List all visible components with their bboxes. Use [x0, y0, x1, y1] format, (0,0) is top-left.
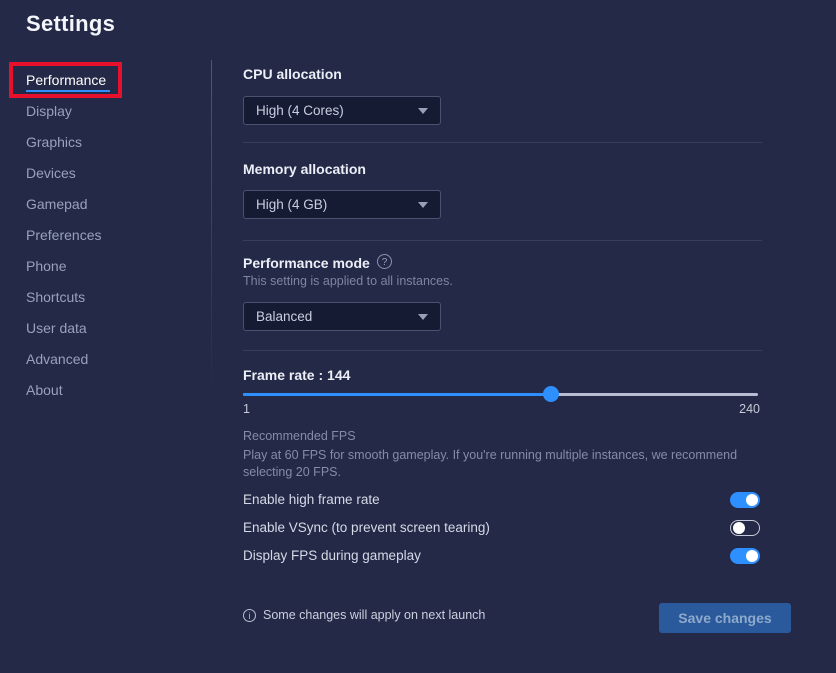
- recommended-fps-title: Recommended FPS: [243, 429, 356, 443]
- toggle-label-display-fps: Display FPS during gameplay: [243, 548, 421, 563]
- footer-note-text: Some changes will apply on next launch: [263, 608, 485, 622]
- toggle-knob: [733, 522, 745, 534]
- frame-rate-max-label: 240: [736, 402, 760, 416]
- toggle-enable-vsync[interactable]: [730, 520, 760, 536]
- sidebar-item-advanced[interactable]: Advanced: [26, 351, 88, 369]
- page-title: Settings: [26, 11, 115, 37]
- sidebar-item-graphics[interactable]: Graphics: [26, 134, 82, 152]
- toggle-display-fps[interactable]: [730, 548, 760, 564]
- sidebar-item-shortcuts[interactable]: Shortcuts: [26, 289, 85, 307]
- sidebar-divider: [211, 60, 212, 400]
- frame-rate-slider-fill: [243, 393, 551, 396]
- sidebar-item-phone[interactable]: Phone: [26, 258, 66, 276]
- cpu-allocation-dropdown[interactable]: High (4 Cores): [243, 96, 441, 125]
- caret-down-icon: [418, 202, 428, 208]
- cpu-allocation-value: High (4 Cores): [256, 103, 344, 118]
- performance-mode-label: Performance mode: [243, 255, 370, 271]
- sidebar-item-performance[interactable]: Performance: [26, 72, 106, 90]
- frame-rate-label: Frame rate : 144: [243, 367, 350, 383]
- section-divider: [243, 240, 762, 241]
- caret-down-icon: [418, 108, 428, 114]
- memory-allocation-value: High (4 GB): [256, 197, 327, 212]
- performance-mode-subtitle: This setting is applied to all instances…: [243, 274, 453, 288]
- toggle-label-vsync: Enable VSync (to prevent screen tearing): [243, 520, 490, 535]
- toggle-knob: [746, 494, 758, 506]
- sidebar-item-gamepad[interactable]: Gamepad: [26, 196, 87, 214]
- help-icon[interactable]: ?: [377, 254, 392, 269]
- memory-allocation-label: Memory allocation: [243, 161, 366, 177]
- performance-mode-value: Balanced: [256, 309, 312, 324]
- settings-window: Settings Performance Display Graphics De…: [0, 0, 836, 673]
- caret-down-icon: [418, 314, 428, 320]
- frame-rate-min-label: 1: [243, 402, 250, 416]
- frame-rate-slider-thumb[interactable]: [543, 386, 559, 402]
- toggle-label-high-frame-rate: Enable high frame rate: [243, 492, 380, 507]
- active-tab-underline: [26, 90, 110, 92]
- sidebar-item-devices[interactable]: Devices: [26, 165, 76, 183]
- section-divider: [243, 142, 762, 143]
- memory-allocation-dropdown[interactable]: High (4 GB): [243, 190, 441, 219]
- cpu-allocation-label: CPU allocation: [243, 66, 342, 82]
- section-divider: [243, 350, 762, 351]
- toggle-knob: [746, 550, 758, 562]
- footer-note: i Some changes will apply on next launch: [243, 608, 485, 622]
- performance-mode-dropdown[interactable]: Balanced: [243, 302, 441, 331]
- recommended-fps-body: Play at 60 FPS for smooth gameplay. If y…: [243, 447, 768, 481]
- sidebar-item-about[interactable]: About: [26, 382, 63, 400]
- info-icon: i: [243, 609, 256, 622]
- sidebar-item-user-data[interactable]: User data: [26, 320, 87, 338]
- toggle-enable-high-frame-rate[interactable]: [730, 492, 760, 508]
- sidebar-item-display[interactable]: Display: [26, 103, 72, 121]
- sidebar-item-preferences[interactable]: Preferences: [26, 227, 101, 245]
- save-changes-button[interactable]: Save changes: [659, 603, 791, 633]
